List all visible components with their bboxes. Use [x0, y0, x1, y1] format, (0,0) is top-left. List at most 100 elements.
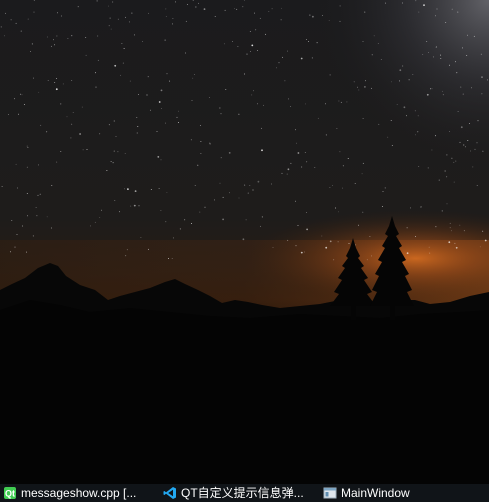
star	[422, 53, 424, 55]
star	[123, 48, 125, 50]
star	[249, 185, 251, 186]
star	[108, 5, 109, 7]
star	[481, 76, 483, 78]
star	[71, 123, 73, 125]
star	[0, 26, 2, 28]
star	[209, 143, 211, 145]
star	[166, 191, 168, 193]
star	[214, 199, 215, 201]
star	[208, 97, 210, 99]
star	[297, 152, 300, 154]
star	[85, 37, 87, 39]
star	[81, 106, 83, 108]
star	[108, 124, 110, 126]
star	[192, 0, 194, 2]
star	[94, 221, 96, 223]
star	[390, 119, 392, 121]
star	[484, 239, 487, 242]
star	[308, 40, 310, 42]
star	[420, 206, 422, 208]
star	[381, 206, 383, 208]
star	[186, 3, 188, 5]
star	[450, 230, 452, 232]
star	[109, 17, 111, 19]
star	[348, 243, 350, 245]
star	[309, 14, 311, 16]
star	[449, 227, 451, 229]
star	[136, 132, 138, 134]
star	[46, 131, 48, 133]
star	[200, 140, 202, 142]
star	[329, 187, 331, 188]
star	[445, 21, 447, 23]
star	[440, 54, 442, 56]
star	[234, 7, 236, 9]
star	[455, 246, 458, 249]
star	[297, 224, 299, 226]
star	[158, 188, 160, 189]
star	[191, 223, 192, 224]
star	[295, 129, 297, 131]
star	[453, 161, 455, 163]
star	[295, 245, 297, 247]
taskbar-item-qt-creator[interactable]: Qt messageshow.cpp [...	[0, 484, 160, 502]
star	[456, 72, 458, 74]
star	[259, 225, 261, 227]
star	[441, 210, 443, 212]
star	[38, 91, 40, 93]
star	[165, 15, 167, 17]
taskbar-item-label: messageshow.cpp [...	[21, 486, 137, 500]
star	[459, 141, 461, 143]
star	[331, 185, 333, 187]
taskbar-item-vscode[interactable]: QT自定义提示信息弹...	[160, 484, 320, 502]
star	[362, 211, 364, 213]
star	[276, 67, 277, 69]
star	[338, 211, 339, 213]
star	[112, 162, 114, 164]
star	[238, 113, 240, 115]
star	[358, 224, 360, 226]
star	[415, 236, 416, 238]
star	[329, 240, 332, 243]
star	[142, 40, 144, 42]
star	[301, 166, 303, 168]
star	[171, 23, 173, 25]
star	[11, 219, 13, 221]
star	[16, 233, 18, 235]
star	[53, 39, 54, 41]
star	[219, 182, 221, 184]
star	[353, 81, 355, 83]
star	[194, 185, 196, 186]
star	[364, 11, 366, 13]
star	[369, 236, 371, 238]
star	[169, 80, 171, 82]
star	[31, 43, 33, 45]
star	[300, 251, 303, 254]
star	[440, 58, 442, 59]
star	[23, 104, 25, 106]
star	[290, 162, 292, 164]
star	[8, 113, 10, 115]
star	[451, 8, 453, 10]
star	[446, 203, 448, 205]
star	[287, 50, 288, 52]
star	[82, 149, 84, 151]
star	[361, 173, 363, 175]
star	[321, 235, 323, 237]
star	[160, 210, 162, 211]
star	[257, 103, 259, 105]
taskbar-item-mainwindow[interactable]: MainWindow	[320, 484, 489, 502]
star	[457, 110, 459, 112]
star	[112, 1, 114, 3]
star	[428, 246, 430, 248]
star	[311, 57, 313, 59]
star	[191, 100, 193, 101]
star	[295, 200, 296, 202]
star	[423, 4, 425, 6]
star	[175, 1, 176, 3]
star	[476, 184, 478, 186]
star	[16, 187, 18, 189]
star	[371, 255, 373, 257]
star	[146, 94, 148, 96]
star	[33, 11, 35, 13]
